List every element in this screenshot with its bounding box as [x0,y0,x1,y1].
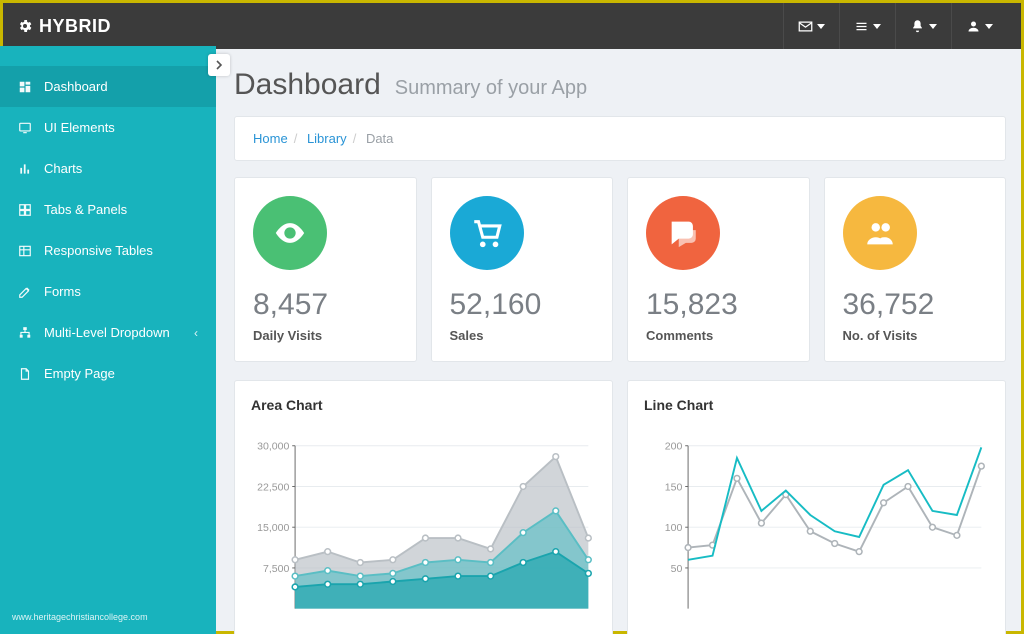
list-icon [854,19,869,34]
stat-value: 8,457 [253,288,398,322]
page-title: Dashboard [234,68,381,102]
stat-card: 8,457 Daily Visits [234,177,417,362]
svg-text:50: 50 [671,563,683,575]
stat-label: Sales [450,328,595,343]
page-subtitle: Summary of your App [395,77,587,100]
stat-value: 36,752 [843,288,988,322]
topbar: HYBRID [3,3,1021,49]
svg-text:22,500: 22,500 [257,481,289,493]
svg-text:100: 100 [665,522,683,534]
sidebar-item-label: Charts [44,161,82,176]
breadcrumb-item: Data [366,131,393,146]
image-credit: www.heritagechristiancollege.com [12,612,148,622]
file-icon [18,367,32,381]
stat-label: Comments [646,328,791,343]
sidebar-item-label: Responsive Tables [44,243,153,258]
stat-value: 15,823 [646,288,791,322]
main-content: Dashboard Summary of your App Home/ Libr… [216,46,1024,634]
users-icon [863,216,897,250]
brand[interactable]: HYBRID [17,16,111,37]
chat-icon [666,216,700,250]
chart-title: Line Chart [644,397,989,413]
sidebar-item-label: Empty Page [44,366,115,381]
stat-icon-circle [450,196,524,270]
grid-icon [18,203,32,217]
user-icon [966,19,981,34]
svg-text:30,000: 30,000 [257,441,289,453]
stat-value: 52,160 [450,288,595,322]
topbar-user[interactable] [951,3,1007,49]
svg-text:7,500: 7,500 [263,563,289,575]
sidebar-item-responsive-tables[interactable]: Responsive Tables [0,230,216,271]
sidebar-item-label: Dashboard [44,79,108,94]
svg-text:150: 150 [665,481,683,493]
sidebar-item-tabs-panels[interactable]: Tabs & Panels [0,189,216,230]
mail-icon [798,19,813,34]
stat-label: Daily Visits [253,328,398,343]
sidebar-item-ui-elements[interactable]: UI Elements [0,107,216,148]
sidebar-item-empty-page[interactable]: Empty Page [0,353,216,394]
svg-text:200: 200 [665,441,683,453]
sidebar-item-dashboard[interactable]: Dashboard [0,66,216,107]
sidebar-item-label: UI Elements [44,120,115,135]
gear-icon [17,18,33,34]
sidebar-item-charts[interactable]: Charts [0,148,216,189]
breadcrumb-item[interactable]: Home [253,131,288,146]
edit-icon [18,285,32,299]
bell-icon [910,19,925,34]
stat-icon-circle [253,196,327,270]
stat-label: No. of Visits [843,328,988,343]
stat-row: 8,457 Daily Visits 52,160 Sales 15,823 Commen… [234,177,1006,362]
stat-icon-circle [646,196,720,270]
stat-icon-circle [843,196,917,270]
eye-icon [273,216,307,250]
screen-icon [18,121,32,135]
sidebar-item-label: Multi-Level Dropdown [44,325,170,340]
stat-card: 52,160 Sales [431,177,614,362]
breadcrumb: Home/ Library/ Data [234,116,1006,161]
brand-text: HYBRID [39,16,111,37]
sidebar: Dashboard UI Elements Charts Tabs & Panels R… [0,46,216,634]
caret-down-icon [873,24,881,29]
sitemap-icon [18,326,32,340]
topbar-alerts[interactable] [895,3,951,49]
stat-card: 15,823 Comments [627,177,810,362]
line-chart: 50 100 150 200 [644,427,989,634]
bar-icon [18,162,32,176]
chart-title: Area Chart [251,397,596,413]
caret-down-icon [929,24,937,29]
sidebar-nav: Dashboard UI Elements Charts Tabs & Panels R… [0,46,216,394]
page-heading: Dashboard Summary of your App [234,68,1006,102]
breadcrumb-item[interactable]: Library [307,131,347,146]
topbar-tasks[interactable] [839,3,895,49]
area-chart-panel: Area Chart 7,500 15,000 22,500 30,000 [234,380,613,634]
caret-down-icon [817,24,825,29]
sidebar-item-label: Forms [44,284,81,299]
svg-text:15,000: 15,000 [257,522,289,534]
caret-down-icon [985,24,993,29]
sidebar-item-label: Tabs & Panels [44,202,127,217]
chevron-left-icon: ‹ [194,326,198,340]
sidebar-item-multi-level-dropdown[interactable]: Multi-Level Dropdown ‹ [0,312,216,353]
table-icon [18,244,32,258]
area-chart: 7,500 15,000 22,500 30,000 [251,427,596,634]
cart-icon [470,216,504,250]
line-chart-panel: Line Chart 50 100 150 200 [627,380,1006,634]
stat-card: 36,752 No. of Visits [824,177,1007,362]
dashboard-icon [18,80,32,94]
topbar-mail[interactable] [783,3,839,49]
chart-row: Area Chart 7,500 15,000 22,500 30,000 Line … [234,380,1006,634]
sidebar-item-forms[interactable]: Forms [0,271,216,312]
